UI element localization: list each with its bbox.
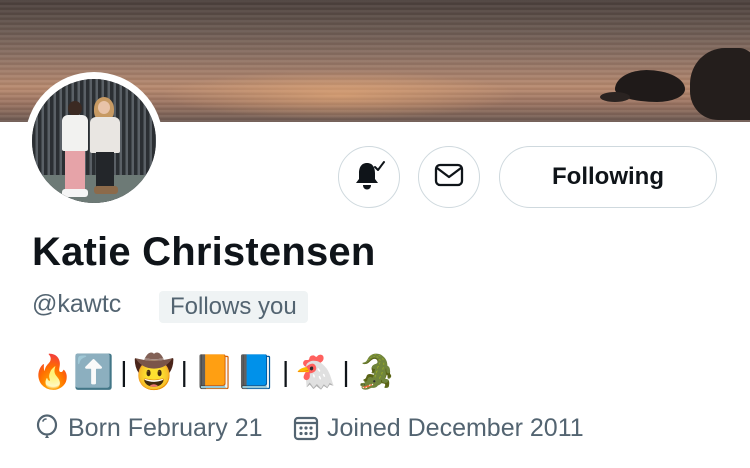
bio-separator: | — [282, 356, 290, 387]
following-button[interactable]: Following — [499, 146, 717, 208]
bio-separator: | — [180, 356, 188, 387]
blue-book-emoji: 📘 — [234, 353, 277, 390]
birthday-text: Born February 21 — [68, 413, 263, 442]
birthday-info: Born February 21 — [34, 410, 263, 446]
avatar-photo — [32, 79, 156, 203]
avatar-photo-person — [62, 101, 88, 197]
follows-you-badge: Follows you — [159, 291, 308, 323]
avatar-photo-person — [90, 97, 120, 197]
joined-info: Joined December 2011 — [293, 410, 584, 446]
up-arrow-emoji: ⬆️ — [73, 353, 115, 390]
joined-text: Joined December 2011 — [327, 413, 584, 442]
orange-book-emoji: 📙 — [193, 353, 235, 390]
banner-rock — [600, 92, 630, 102]
banner-rock — [690, 48, 750, 120]
bio-separator: | — [342, 356, 350, 387]
banner-sunset-reflection — [160, 70, 520, 120]
profile-bio: 🔥 ⬆️ | 🤠 | 📙 📘 | 🐔 | 🐊 — [32, 352, 397, 392]
calendar-icon — [293, 415, 319, 441]
cowboy-face-emoji: 🤠 — [133, 353, 175, 390]
profile-display-name: Katie Christensen — [32, 230, 376, 274]
profile-handle: @kawtc — [32, 290, 122, 318]
balloon-icon — [34, 414, 60, 442]
chicken-emoji: 🐔 — [295, 353, 337, 390]
profile-avatar[interactable] — [25, 72, 163, 210]
crocodile-emoji: 🐊 — [355, 353, 397, 390]
bell-check-icon — [352, 158, 386, 197]
fire-emoji: 🔥 — [32, 353, 74, 390]
envelope-icon — [433, 159, 465, 196]
notifications-button[interactable] — [338, 146, 400, 208]
bio-separator: | — [120, 356, 128, 387]
message-button[interactable] — [418, 146, 480, 208]
